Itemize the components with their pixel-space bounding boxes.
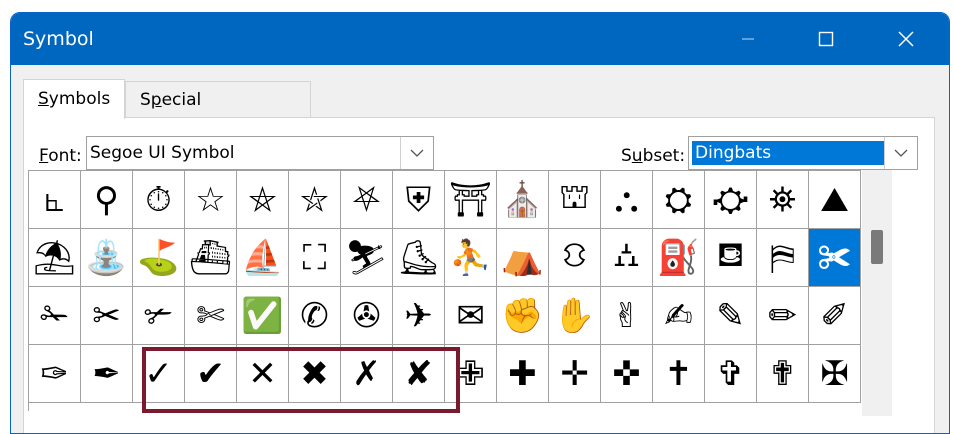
- symbol-cell[interactable]: ✍: [653, 287, 705, 345]
- symbol-cell[interactable]: ⛻: [549, 229, 601, 287]
- subset-accesskey: u: [631, 146, 643, 166]
- symbol-cell[interactable]: ⛸: [393, 229, 445, 287]
- minimize-icon: [742, 38, 754, 40]
- font-accesskey: F: [39, 146, 49, 166]
- symbol-cell[interactable]: ✖: [289, 345, 341, 403]
- symbol-cell[interactable]: ⛱: [29, 229, 81, 287]
- symbol-cell[interactable]: ✛: [549, 345, 601, 403]
- symbol-cell[interactable]: ⛳: [133, 229, 185, 287]
- symbol-cell[interactable]: ⛪: [497, 171, 549, 229]
- symbol-cell[interactable]: ⛵: [237, 229, 289, 287]
- symbol-cell[interactable]: ✂: [81, 287, 133, 345]
- symbol-cell[interactable]: ⛾: [705, 229, 757, 287]
- symbol-cell[interactable]: ✓: [133, 345, 185, 403]
- close-icon: [898, 31, 914, 47]
- symbol-cell[interactable]: ✚: [497, 345, 549, 403]
- symbol-grid: ⦜ ⚲ ⏱ ☆ ⛤ ⛦ ⛧ ⛨ ⛩ ⛪ ⛫ ⛬ ⛭ ⛮ ⛯ ⛰ ⛱ ⛲ ⛳ ⛴ ⛵ ⛶ ⛷ ⛸ ⛹ ⛺ ⛻ ⛼ ⛽ ⛾ ⛿ ✀ ✁ ✂ ✃ ✄ ✅ ✆ ✇ ✈…: [28, 170, 861, 411]
- symbol-cell[interactable]: ✎: [705, 287, 757, 345]
- symbol-cell[interactable]: ✕: [237, 345, 289, 403]
- font-select[interactable]: Segoe UI Symbol: [86, 136, 434, 170]
- symbol-cell[interactable]: ⛮: [705, 171, 757, 229]
- close-button[interactable]: [871, 13, 941, 65]
- symbol-cell[interactable]: ⛫: [549, 171, 601, 229]
- symbol-cell[interactable]: ✀: [809, 229, 861, 287]
- symbol-cell[interactable]: ⛼: [601, 229, 653, 287]
- tab-symbols-accesskey: S: [38, 89, 49, 109]
- symbol-cell[interactable]: ✅: [237, 287, 289, 345]
- tab-special-characters[interactable]: Special Characters: [125, 81, 311, 146]
- symbol-cell[interactable]: ⛲: [81, 229, 133, 287]
- minimize-button[interactable]: [713, 13, 783, 65]
- symbol-cell[interactable]: ✞: [705, 345, 757, 403]
- symbol-cell[interactable]: ☆: [185, 171, 237, 229]
- font-label-text: ont:: [48, 146, 82, 166]
- symbol-cell[interactable]: ✃: [133, 287, 185, 345]
- symbol-cell[interactable]: ⛿: [757, 229, 809, 287]
- symbol-cell[interactable]: ✔: [185, 345, 237, 403]
- symbol-cell[interactable]: ✋: [549, 287, 601, 345]
- symbol-grid-scrollbar[interactable]: [862, 170, 892, 416]
- symbol-cell[interactable]: ⛭: [653, 171, 705, 229]
- symbol-cell[interactable]: ✄: [185, 287, 237, 345]
- symbol-cell[interactable]: ✌: [601, 287, 653, 345]
- symbol-cell[interactable]: ✒: [81, 345, 133, 403]
- symbol-cell[interactable]: ⛦: [289, 171, 341, 229]
- symbol-cell[interactable]: ✙: [445, 345, 497, 403]
- symbol-cell[interactable]: ⛤: [237, 171, 289, 229]
- font-select-value: Segoe UI Symbol: [90, 143, 235, 163]
- subset-label-pre: S: [621, 146, 632, 166]
- symbol-cell[interactable]: ⛧: [341, 171, 393, 229]
- symbol-cell[interactable]: ⦜: [29, 171, 81, 229]
- symbol-cell[interactable]: ✜: [601, 345, 653, 403]
- symbol-cell[interactable]: ⛴: [185, 229, 237, 287]
- symbol-cell[interactable]: ⚲: [81, 171, 133, 229]
- symbol-cell[interactable]: ⛹: [445, 229, 497, 287]
- symbol-cell[interactable]: ⛺: [497, 229, 549, 287]
- tab-symbols[interactable]: Symbols: [23, 79, 125, 119]
- symbol-cell[interactable]: ✑: [29, 345, 81, 403]
- scrollbar-thumb[interactable]: [871, 230, 883, 264]
- subset-label-text: bset:: [642, 146, 686, 166]
- chevron-down-icon: [410, 149, 424, 157]
- chevron-down-icon: [894, 149, 908, 157]
- maximize-button[interactable]: [791, 13, 861, 65]
- symbol-cell[interactable]: ✠: [809, 345, 861, 403]
- symbol-cell[interactable]: ✗: [341, 345, 393, 403]
- symbol-cell[interactable]: ✘: [393, 345, 445, 403]
- tab-special-label-pre: S: [140, 90, 151, 110]
- symbol-cell[interactable]: ⛯: [757, 171, 809, 229]
- subset-label: Subset:: [621, 145, 685, 167]
- symbol-cell[interactable]: ⛷: [341, 229, 393, 287]
- title-bar: Symbol: [11, 13, 949, 65]
- symbol-cell[interactable]: ✈: [393, 287, 445, 345]
- symbol-cell[interactable]: ⛰: [809, 171, 861, 229]
- symbol-cell[interactable]: ✉: [445, 287, 497, 345]
- symbol-cell[interactable]: ✐: [809, 287, 861, 345]
- subset-select-value: Dingbats: [692, 141, 884, 165]
- symbol-cell[interactable]: ⛨: [393, 171, 445, 229]
- symbol-cell[interactable]: ⛬: [601, 171, 653, 229]
- tab-strip: Symbols Special Characters: [23, 79, 923, 146]
- symbol-cell[interactable]: ✆: [289, 287, 341, 345]
- maximize-icon: [818, 31, 834, 47]
- symbol-cell[interactable]: ✏: [757, 287, 809, 345]
- font-dropdown-button[interactable]: [400, 137, 433, 169]
- window-title: Symbol: [23, 28, 94, 50]
- symbol-cell[interactable]: ✟: [757, 345, 809, 403]
- subset-dropdown-button[interactable]: [884, 137, 917, 169]
- symbol-cell[interactable]: ⏱: [133, 171, 185, 229]
- symbol-cell[interactable]: ⛶: [289, 229, 341, 287]
- font-label: Font:: [39, 145, 82, 167]
- symbol-cell[interactable]: ✊: [497, 287, 549, 345]
- tab-special-accesskey: p: [150, 90, 162, 110]
- symbol-cell[interactable]: ⛽: [653, 229, 705, 287]
- symbol-cell[interactable]: ⛩: [445, 171, 497, 229]
- symbol-cell[interactable]: ✁: [29, 287, 81, 345]
- symbol-cell[interactable]: ✇: [341, 287, 393, 345]
- tab-symbols-label: ymbols: [48, 89, 111, 109]
- symbol-cell[interactable]: ✝: [653, 345, 705, 403]
- subset-select[interactable]: Dingbats: [688, 136, 918, 170]
